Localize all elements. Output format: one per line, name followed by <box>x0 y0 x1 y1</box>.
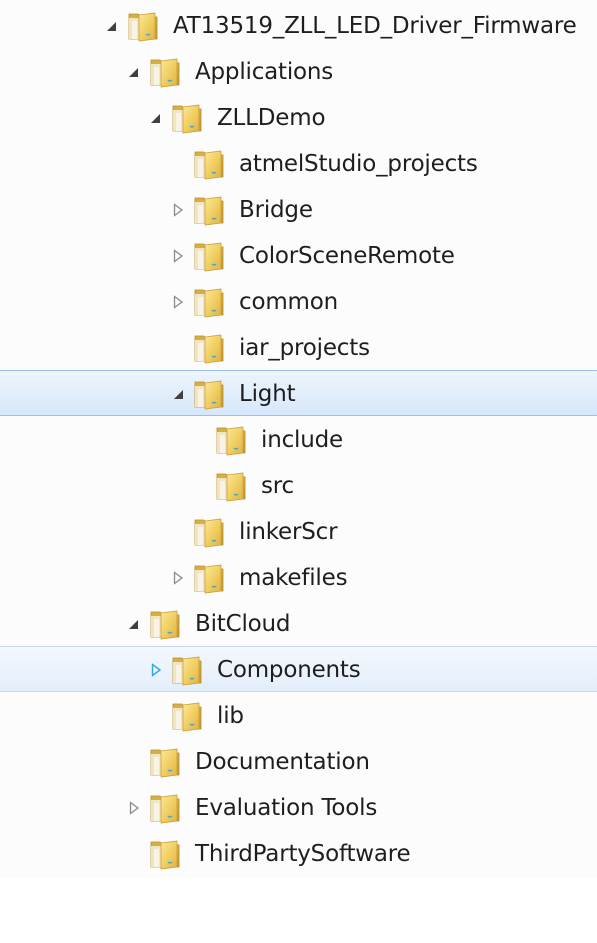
collapsed-arrow-icon[interactable] <box>170 246 186 266</box>
folder-icon <box>170 699 204 733</box>
tree-item-label: AT13519_ZLL_LED_Driver_Firmware <box>173 13 577 39</box>
tree-item-label: atmelStudio_projects <box>239 151 478 177</box>
tree-item-applications[interactable]: Applications <box>0 49 597 95</box>
folder-icon <box>214 469 248 503</box>
folder-icon <box>148 837 182 871</box>
tree-item-lib[interactable]: lib <box>0 693 597 739</box>
tree-item-label: makefiles <box>239 565 348 591</box>
folder-icon <box>192 331 226 365</box>
expanded-arrow-icon[interactable] <box>125 614 141 634</box>
folder-icon <box>192 377 226 411</box>
tree-item-zlldemo[interactable]: ZLLDemo <box>0 95 597 141</box>
expanded-arrow-icon[interactable] <box>170 384 186 404</box>
folder-icon <box>148 55 182 89</box>
tree-item-label: Applications <box>195 59 334 85</box>
tree-item-label: Light <box>239 381 296 407</box>
tree-item-linkerscr[interactable]: linkerScr <box>0 509 597 555</box>
collapsed-arrow-icon[interactable] <box>148 660 164 680</box>
folder-icon <box>214 423 248 457</box>
tree-item-label: Evaluation Tools <box>195 795 378 821</box>
tree-item-iar-projects[interactable]: iar_projects <box>0 325 597 371</box>
folder-icon <box>192 561 226 595</box>
tree-item-common[interactable]: common <box>0 279 597 325</box>
tree-item-label: BitCloud <box>195 611 291 637</box>
folder-icon <box>170 653 204 687</box>
collapsed-arrow-icon[interactable] <box>126 798 142 818</box>
collapsed-arrow-icon[interactable] <box>170 292 186 312</box>
tree-item-documentation[interactable]: Documentation <box>0 739 597 785</box>
expanded-arrow-icon[interactable] <box>103 16 119 36</box>
tree-item-components[interactable]: Components <box>0 646 597 692</box>
expanded-arrow-icon[interactable] <box>125 62 141 82</box>
folder-icon <box>192 285 226 319</box>
tree-item-label: ColorSceneRemote <box>239 243 455 269</box>
tree-item-label: ThirdPartySoftware <box>195 841 411 867</box>
tree-item-label: common <box>239 289 338 315</box>
tree-item-colorsceneremote[interactable]: ColorSceneRemote <box>0 233 597 279</box>
folder-icon <box>148 745 182 779</box>
folder-icon <box>148 791 182 825</box>
tree-item-evaluation-tools[interactable]: Evaluation Tools <box>0 785 597 831</box>
folder-icon <box>170 101 204 135</box>
empty-area <box>0 878 597 943</box>
tree-item-bitcloud[interactable]: BitCloud <box>0 601 597 647</box>
tree-item-atmelstudio-projects[interactable]: atmelStudio_projects <box>0 141 597 187</box>
folder-icon <box>192 239 226 273</box>
folder-icon <box>148 607 182 641</box>
folder-icon <box>192 515 226 549</box>
tree-item-thirdpartysoftware[interactable]: ThirdPartySoftware <box>0 831 597 877</box>
folder-icon <box>126 9 160 43</box>
tree-item-label: src <box>261 473 294 499</box>
tree-item-label: linkerScr <box>239 519 338 545</box>
tree-item-src[interactable]: src <box>0 463 597 509</box>
tree-item-include[interactable]: include <box>0 417 597 463</box>
tree-item-label: include <box>261 427 343 453</box>
tree-item-label: Components <box>217 657 361 683</box>
tree-item-label: lib <box>217 703 244 729</box>
tree-item-root[interactable]: AT13519_ZLL_LED_Driver_Firmware <box>0 3 597 49</box>
collapsed-arrow-icon[interactable] <box>170 200 186 220</box>
tree-item-makefiles[interactable]: makefiles <box>0 555 597 601</box>
tree-item-label: Bridge <box>239 197 313 223</box>
tree-item-label: iar_projects <box>239 335 370 361</box>
tree-item-label: Documentation <box>195 749 370 775</box>
folder-tree: AT13519_ZLL_LED_Driver_Firmware Applicat… <box>0 0 597 878</box>
folder-icon <box>192 193 226 227</box>
tree-item-label: ZLLDemo <box>217 105 326 131</box>
expanded-arrow-icon[interactable] <box>147 108 163 128</box>
collapsed-arrow-icon[interactable] <box>170 568 186 588</box>
tree-item-bridge[interactable]: Bridge <box>0 187 597 233</box>
folder-icon <box>192 147 226 181</box>
tree-item-light[interactable]: Light <box>0 370 597 416</box>
